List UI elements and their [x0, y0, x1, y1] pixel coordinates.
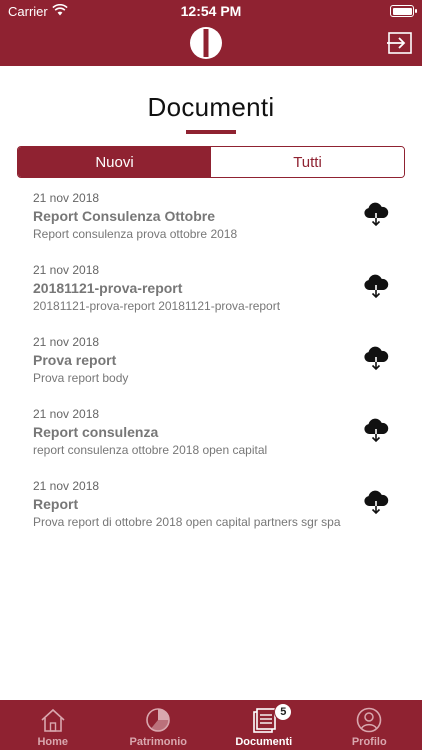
tab-patrimonio[interactable]: Patrimonio: [106, 700, 212, 750]
cloud-download-icon[interactable]: [362, 346, 390, 372]
profile-icon: [356, 707, 382, 733]
cloud-download-icon[interactable]: [362, 418, 390, 444]
tab-home-label: Home: [37, 736, 69, 748]
list-item[interactable]: 21 nov 2018 Report consulenza report con…: [0, 404, 422, 476]
list-item[interactable]: 21 nov 2018 20181121-prova-report 201811…: [0, 260, 422, 332]
document-date: 21 nov 2018: [33, 335, 100, 349]
segment-nuovi[interactable]: Nuovi: [18, 147, 211, 177]
document-list: 21 nov 2018 Report Consulenza Ottobre Re…: [0, 188, 422, 548]
document-title: Report consulenza: [33, 424, 159, 440]
segmented-control: Nuovi Tutti: [17, 146, 405, 178]
document-title: Report: [33, 496, 79, 512]
document-description: report consulenza ottobre 2018 open capi…: [33, 443, 268, 457]
status-time: 12:54 PM: [180, 3, 242, 19]
list-item[interactable]: 21 nov 2018 Report Prova report di ottob…: [0, 476, 422, 548]
documents-badge: 5: [274, 703, 293, 721]
pie-chart-icon: [146, 708, 171, 732]
document-description: Report consulenza prova ottobre 2018: [33, 227, 238, 241]
title-underline: [186, 130, 236, 134]
page-title: Documenti: [147, 92, 275, 122]
document-description: Prova report body: [33, 371, 129, 385]
home-icon: [41, 708, 65, 732]
document-date: 21 nov 2018: [33, 479, 100, 493]
battery-icon: [390, 5, 417, 17]
cloud-download-icon[interactable]: [362, 202, 390, 228]
tab-patrimonio-label: Patrimonio: [129, 736, 187, 748]
document-title: Prova report: [33, 352, 117, 368]
document-date: 21 nov 2018: [33, 407, 100, 421]
tab-profilo-label: Profilo: [351, 736, 387, 748]
document-title: Report Consulenza Ottobre: [33, 208, 216, 224]
logout-icon[interactable]: [387, 31, 413, 55]
tab-profilo[interactable]: Profilo: [317, 700, 422, 750]
top-bar: Carrier 12:54 PM: [0, 0, 422, 66]
list-item[interactable]: 21 nov 2018 Prova report Prova report bo…: [0, 332, 422, 404]
document-description: 20181121-prova-report 20181121-prova-rep…: [33, 299, 281, 313]
tab-documenti[interactable]: 5 Documenti: [211, 700, 317, 750]
cloud-download-icon[interactable]: [362, 490, 390, 516]
tab-bar: Home Patrimonio 5 Documenti Profilo: [0, 700, 422, 750]
document-title: 20181121-prova-report: [33, 280, 183, 296]
cloud-download-icon[interactable]: [362, 274, 390, 300]
logo-icon: [190, 27, 222, 59]
segment-tutti[interactable]: Tutti: [211, 147, 404, 177]
document-description: Prova report di ottobre 2018 open capita…: [33, 515, 341, 529]
document-date: 21 nov 2018: [33, 263, 100, 277]
status-bar: Carrier 12:54 PM: [0, 0, 422, 22]
document-date: 21 nov 2018: [33, 191, 100, 205]
tab-documenti-label: Documenti: [235, 736, 293, 748]
document-icon: [252, 708, 276, 733]
list-item[interactable]: 21 nov 2018 Report Consulenza Ottobre Re…: [0, 188, 422, 260]
tab-home[interactable]: Home: [0, 700, 106, 750]
